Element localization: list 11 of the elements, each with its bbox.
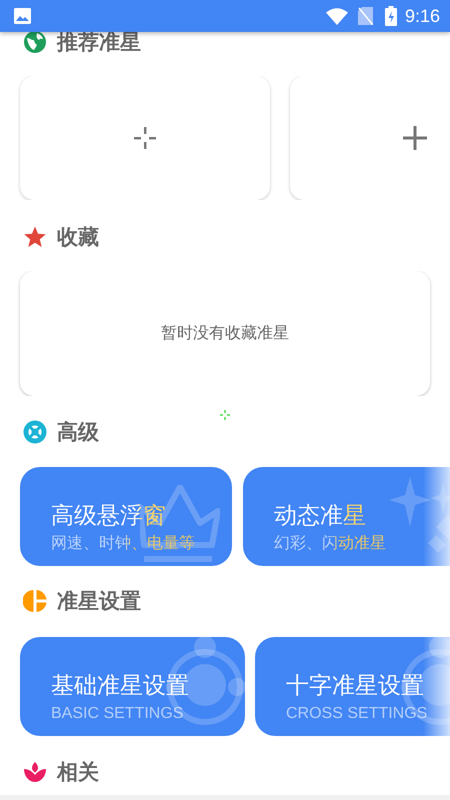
- section-title: 推荐准星: [57, 29, 141, 56]
- feature-card[interactable]: 基础准星设置 BASIC SETTINGS: [20, 637, 245, 736]
- empty-message: 暂时没有收藏准星: [161, 323, 289, 344]
- section-title: 高级: [57, 419, 99, 446]
- section-title: 收藏: [57, 224, 99, 251]
- section-title: 相关: [57, 759, 99, 786]
- feature-card[interactable]: 动态准星 幻彩、闪动准星: [243, 467, 450, 566]
- clock-time: 9:16: [404, 6, 440, 26]
- feature-card[interactable]: 十字准星设置 CROSS SETTINGS: [255, 637, 450, 736]
- section-title: 准星设置: [57, 588, 141, 615]
- feature-card[interactable]: 高级悬浮窗 网速、时钟、电量等: [20, 467, 232, 566]
